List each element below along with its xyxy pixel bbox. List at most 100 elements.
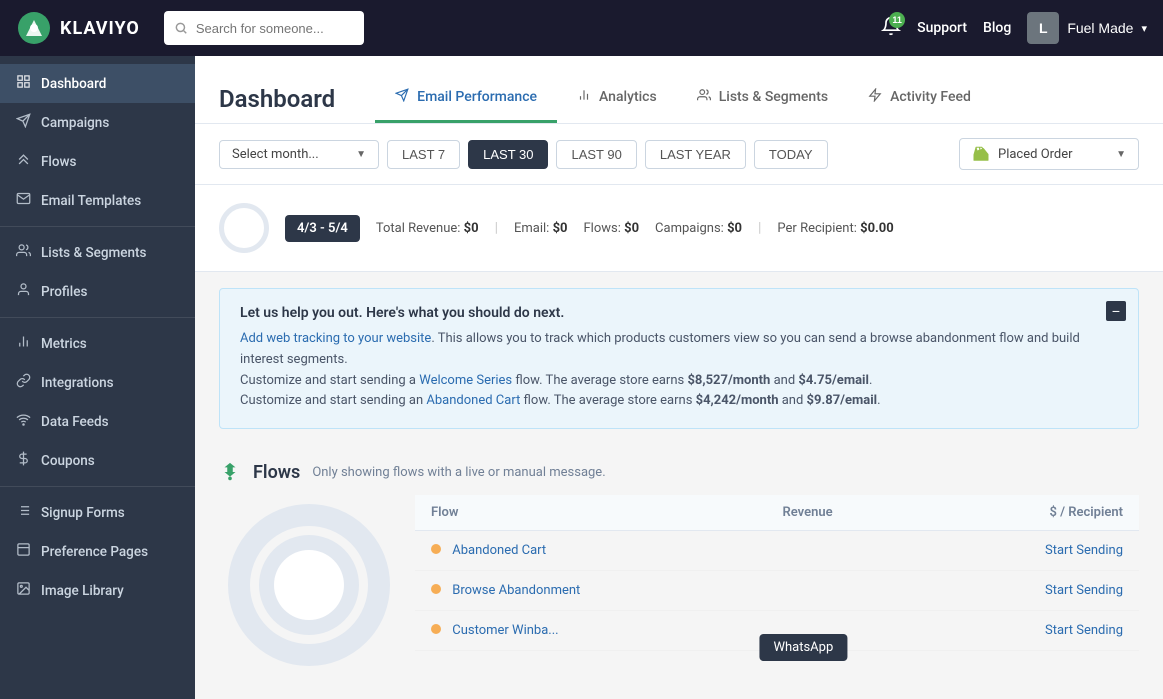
main-content: Dashboard Email Performance [195, 56, 1163, 699]
logo-text: KLAVIYO [60, 18, 140, 39]
sidebar-item-preference-pages[interactable]: Preference Pages [0, 532, 195, 571]
tab-activity-feed-label: Activity Feed [890, 89, 971, 105]
logo[interactable]: KLAVIYO [16, 10, 140, 46]
sidebar-item-lists-segments-label: Lists & Segments [41, 245, 147, 261]
flow-dot-icon [431, 624, 441, 634]
page-title: Dashboard [219, 85, 335, 113]
last90-button[interactable]: LAST 90 [556, 140, 636, 169]
abandoned-cart-revenue [767, 531, 926, 571]
mini-donut-chart [219, 203, 269, 253]
avatar: L [1027, 12, 1059, 44]
flow-dot-icon [431, 544, 441, 554]
last7-button[interactable]: LAST 7 [387, 140, 460, 169]
search-input[interactable] [196, 21, 346, 36]
info-box-title: Let us help you out. Here's what you sho… [240, 305, 1118, 321]
browse-abandonment-start-sending[interactable]: Start Sending [1045, 583, 1123, 598]
email-stat: Email: $0 [514, 221, 568, 236]
sidebar-item-metrics[interactable]: Metrics [0, 324, 195, 363]
activity-feed-icon [868, 88, 882, 106]
event-chevron-icon: ▼ [1116, 149, 1126, 160]
search-box[interactable] [164, 11, 364, 45]
customer-winback-start-sending[interactable]: Start Sending [1045, 623, 1123, 638]
sidebar-item-profiles-label: Profiles [41, 284, 87, 300]
sidebar-item-lists-segments[interactable]: Lists & Segments [0, 233, 195, 272]
preference-pages-icon [16, 542, 31, 561]
sidebar-item-profiles[interactable]: Profiles [0, 272, 195, 311]
lists-segments-tab-icon [697, 88, 711, 106]
flows-content: Flow Revenue $ / Recipient [219, 495, 1139, 675]
flows-table: Flow Revenue $ / Recipient [415, 495, 1139, 651]
abandoned-cart-start-sending[interactable]: Start Sending [1045, 543, 1123, 558]
whatsapp-tooltip: WhatsApp [759, 634, 847, 661]
search-icon [174, 21, 188, 35]
sidebar-item-signup-forms[interactable]: Signup Forms [0, 493, 195, 532]
sidebar-item-data-feeds[interactable]: Data Feeds [0, 402, 195, 441]
sidebar-divider-2 [0, 317, 195, 318]
notification-badge: 11 [889, 12, 905, 28]
total-revenue-stat: Total Revenue: $0 [376, 221, 479, 236]
stats-row: 4/3 - 5/4 Total Revenue: $0 | Email: $0 … [195, 185, 1163, 272]
last30-button[interactable]: LAST 30 [468, 140, 548, 169]
tab-lists-segments[interactable]: Lists & Segments [677, 74, 848, 123]
sidebar-item-flows[interactable]: Flows [0, 142, 195, 181]
shopify-icon [972, 145, 990, 163]
table-row: Browse Abandonment Start Sending [415, 571, 1139, 611]
controls-bar: Select month... ▼ LAST 7 LAST 30 LAST 90… [195, 124, 1163, 185]
sidebar-divider-1 [0, 226, 195, 227]
tab-email-performance[interactable]: Email Performance [375, 74, 557, 123]
info-box-body: Add web tracking to your website. This a… [240, 329, 1118, 412]
flows-donut-chart [219, 495, 399, 675]
flows-subtitle: Only showing flows with a live or manual… [312, 465, 605, 480]
tab-email-performance-label: Email Performance [417, 89, 537, 105]
browse-abandonment-flow-link[interactable]: Browse Abandonment [452, 583, 580, 598]
welcome-series-link[interactable]: Welcome Series [419, 373, 512, 388]
tab-lists-segments-label: Lists & Segments [719, 89, 828, 105]
sidebar-item-coupons[interactable]: Coupons [0, 441, 195, 480]
event-label: Placed Order [998, 147, 1073, 162]
customer-winback-flow-link[interactable]: Customer Winba... [452, 623, 558, 638]
tracking-link[interactable]: Add web tracking to your website [240, 331, 431, 346]
today-button[interactable]: TODAY [754, 140, 828, 169]
notification-button[interactable]: 11 [881, 16, 901, 41]
last-year-button[interactable]: LAST YEAR [645, 140, 746, 169]
signup-forms-icon [16, 503, 31, 522]
main-scroll-area: Select month... ▼ LAST 7 LAST 30 LAST 90… [195, 124, 1163, 699]
blog-link[interactable]: Blog [983, 20, 1011, 36]
user-menu-button[interactable]: L Fuel Made ▾ [1027, 12, 1147, 44]
select-month-label: Select month... [232, 147, 319, 162]
per-recipient-stat: Per Recipient: $0.00 [777, 221, 893, 236]
table-row: Customer Winba... WhatsApp Start Sending [415, 611, 1139, 651]
tab-activity-feed[interactable]: Activity Feed [848, 74, 991, 123]
sidebar-item-coupons-label: Coupons [41, 453, 95, 469]
info-box-close-button[interactable]: − [1106, 301, 1126, 321]
info-box: Let us help you out. Here's what you sho… [219, 288, 1139, 429]
metrics-icon [16, 334, 31, 353]
sidebar-item-preference-pages-label: Preference Pages [41, 544, 148, 560]
sidebar-item-metrics-label: Metrics [41, 336, 87, 352]
flows-section: Flows Only showing flows with a live or … [195, 445, 1163, 699]
sidebar-item-image-library[interactable]: Image Library [0, 571, 195, 610]
event-select[interactable]: Placed Order ▼ [959, 138, 1139, 170]
tab-analytics[interactable]: Analytics [557, 74, 677, 123]
topnav-right: 11 Support Blog L Fuel Made ▾ [881, 12, 1147, 44]
support-link[interactable]: Support [917, 20, 967, 36]
coupons-icon [16, 451, 31, 470]
sidebar-item-email-templates[interactable]: Email Templates [0, 181, 195, 220]
sidebar-item-signup-forms-label: Signup Forms [41, 505, 125, 521]
sidebar-item-integrations[interactable]: Integrations [0, 363, 195, 402]
image-library-icon [16, 581, 31, 600]
sidebar-item-dashboard[interactable]: Dashboard [0, 64, 195, 103]
abandoned-cart-link[interactable]: Abandoned Cart [426, 393, 520, 408]
sidebar-item-flows-label: Flows [41, 154, 77, 170]
flows-icon [16, 152, 31, 171]
month-chevron-icon: ▼ [356, 149, 366, 160]
sidebar-item-campaigns[interactable]: Campaigns [0, 103, 195, 142]
month-select[interactable]: Select month... ▼ [219, 140, 379, 169]
date-range-badge: 4/3 - 5/4 [285, 215, 360, 242]
abandoned-cart-flow-link[interactable]: Abandoned Cart [452, 543, 546, 558]
table-row: Abandoned Cart Start Sending [415, 531, 1139, 571]
analytics-icon [577, 88, 591, 106]
sidebar-item-email-templates-label: Email Templates [41, 193, 141, 209]
revenue-col-header: Revenue [767, 495, 926, 531]
dashboard-icon [16, 74, 31, 93]
